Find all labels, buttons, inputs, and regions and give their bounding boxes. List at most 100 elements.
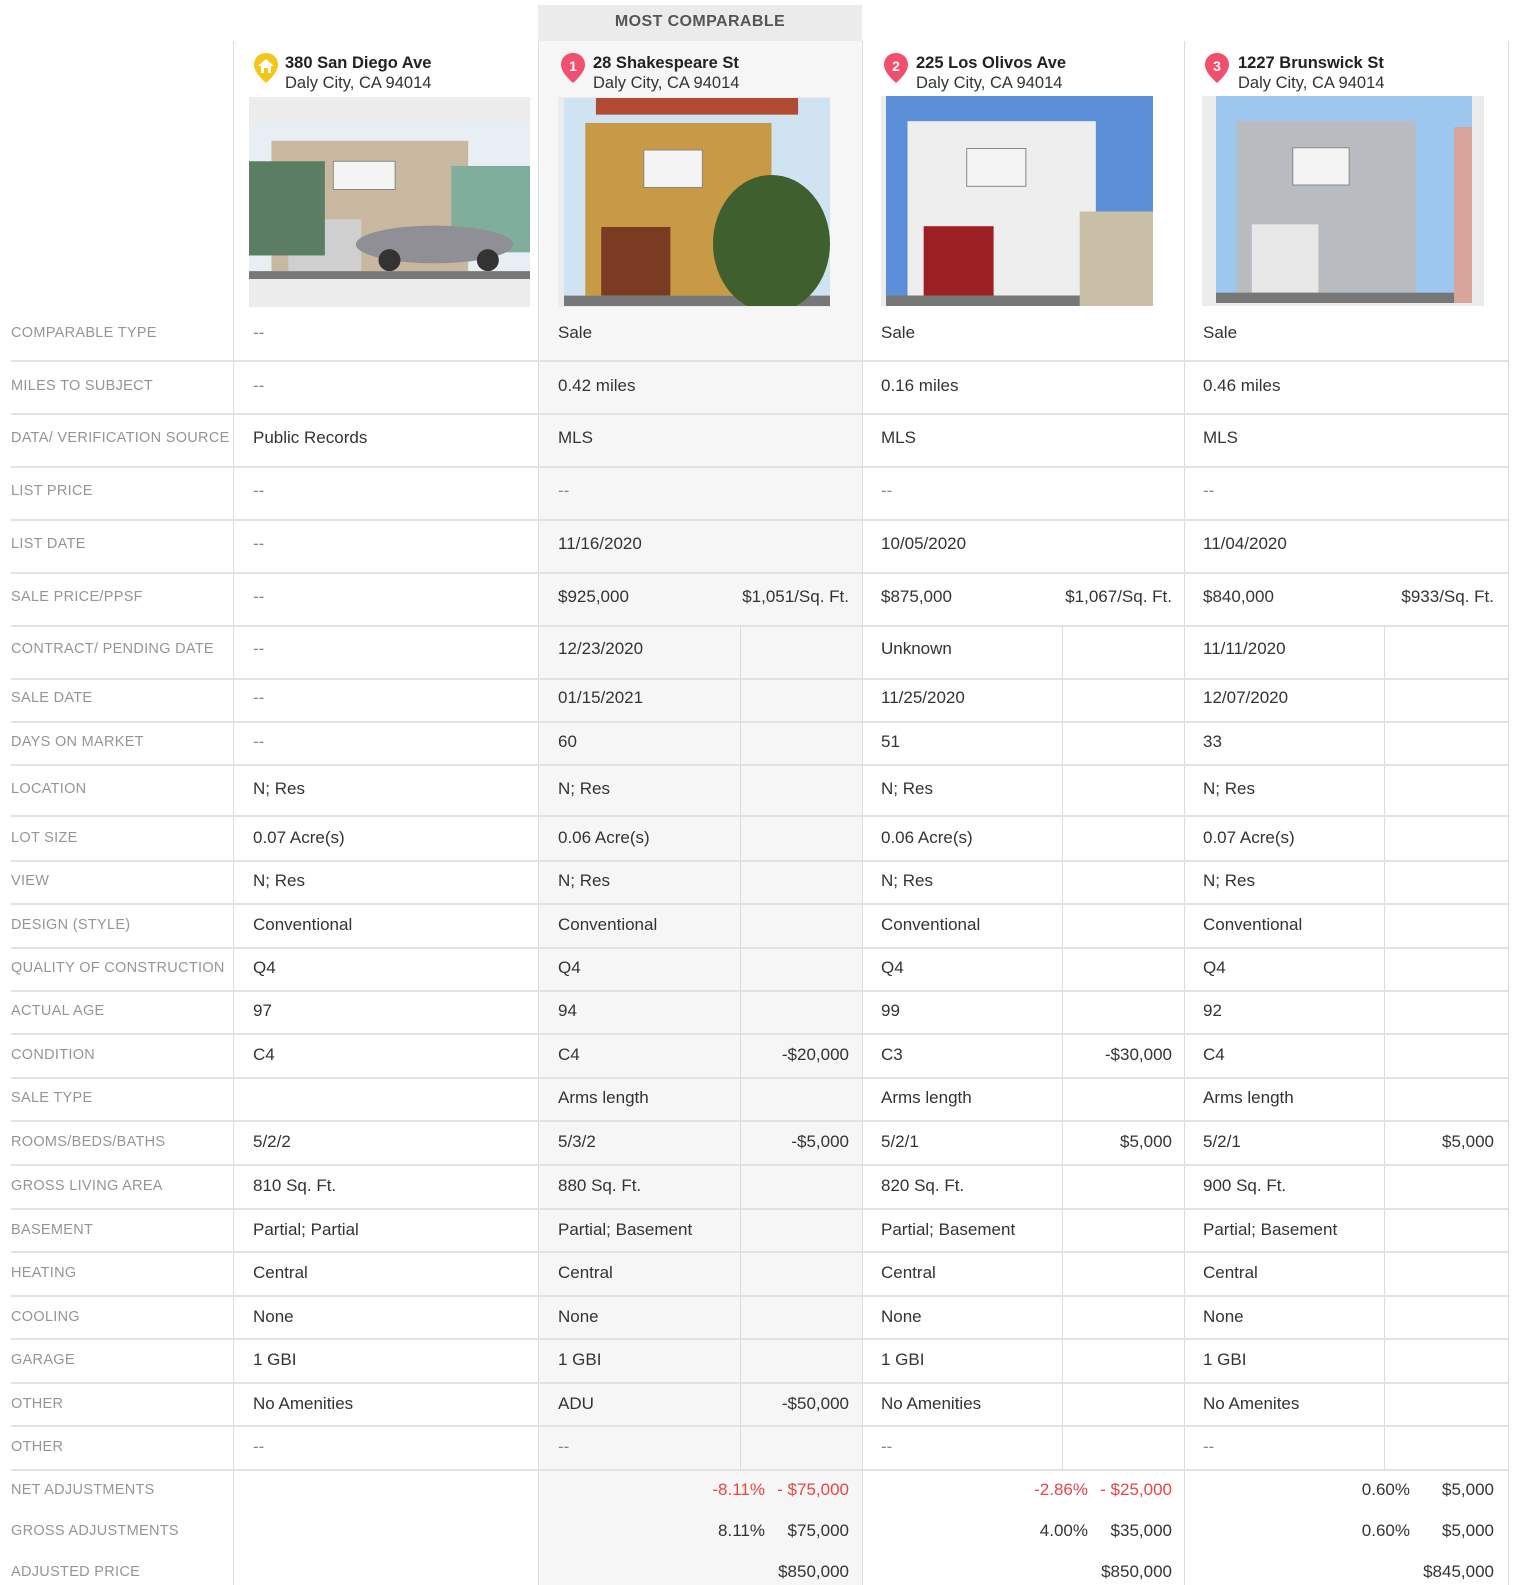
- property-city: Daly City, CA 94014: [593, 74, 740, 92]
- summary-percent: -2.86%: [1034, 1480, 1088, 1499]
- column-divider: [862, 41, 863, 1585]
- value-cell: Unknown: [881, 639, 952, 658]
- value-cell: 11/04/2020: [1203, 534, 1287, 553]
- adjustment-divider: [1384, 625, 1385, 1469]
- value-cell: Arms length: [1203, 1088, 1294, 1107]
- value-cell: N; Res: [1203, 871, 1255, 890]
- value-cell: None: [881, 1307, 922, 1326]
- value-cell: 5/2/1: [881, 1132, 919, 1151]
- value-cell: 1 GBI: [881, 1350, 925, 1369]
- adjustment-cell: -$50,000: [781, 1394, 849, 1413]
- row-divider: [11, 815, 1508, 817]
- value-cell: --: [253, 688, 265, 707]
- value-cell: 60: [558, 732, 577, 751]
- property-city: Daly City, CA 94014: [285, 74, 432, 92]
- value-cell: N; Res: [881, 871, 933, 890]
- row-divider: [11, 1120, 1508, 1122]
- value-cell: 900 Sq. Ft.: [1203, 1176, 1287, 1195]
- value-cell: --: [1203, 1437, 1215, 1456]
- value-cell: Partial; Basement: [881, 1220, 1016, 1239]
- value-cell: Arms length: [881, 1088, 972, 1107]
- value-cell: 0.07 Acre(s): [253, 828, 345, 847]
- value-cell: 10/05/2020: [881, 534, 967, 553]
- summary-amount: - $75,000: [777, 1480, 849, 1499]
- property-photo[interactable]: [1202, 96, 1484, 306]
- summary-label: GROSS ADJUSTMENTS: [11, 1523, 179, 1539]
- row-label: DAYS ON MARKET: [11, 734, 144, 750]
- summary-percent: 8.11%: [718, 1521, 765, 1540]
- value-cell: Conventional: [1203, 915, 1303, 934]
- value-cell: C4: [558, 1045, 580, 1064]
- value-cell: $925,000: [558, 587, 629, 606]
- value-cell: 97: [253, 1001, 272, 1020]
- value-cell: 820 Sq. Ft.: [881, 1176, 965, 1195]
- value-cell: 92: [1203, 1001, 1222, 1020]
- value-cell: N; Res: [253, 779, 305, 798]
- value-cell: No Amenites: [1203, 1394, 1300, 1413]
- row-divider: [11, 990, 1508, 992]
- value-cell: --: [558, 481, 570, 500]
- value-cell: --: [253, 587, 265, 606]
- value-cell: --: [1203, 481, 1215, 500]
- value-cell: 99: [881, 1001, 900, 1020]
- property-photo[interactable]: [249, 97, 530, 307]
- row-divider: [11, 1382, 1508, 1384]
- summary-percent: 4.00%: [1039, 1521, 1088, 1540]
- value-cell: Q4: [558, 958, 581, 977]
- value-cell: 51: [881, 732, 900, 751]
- property-city: Daly City, CA 94014: [916, 74, 1063, 92]
- summary-amount: $850,000: [778, 1562, 849, 1581]
- row-label: SALE PRICE/PPSF: [11, 589, 143, 605]
- summary-amount: $5,000: [1442, 1480, 1494, 1499]
- value-cell: Central: [881, 1263, 936, 1282]
- property-street[interactable]: 1227 Brunswick St: [1238, 54, 1384, 73]
- value-cell: 810 Sq. Ft.: [253, 1176, 337, 1195]
- adjustment-divider: [1062, 625, 1063, 1469]
- row-label: DATA/ VERIFICATION SOURCE: [11, 430, 230, 446]
- value-cell: --: [881, 1437, 893, 1456]
- value-cell: --: [558, 1437, 570, 1456]
- value-cell: 12/07/2020: [1203, 688, 1289, 707]
- adjustment-cell: $5,000: [1442, 1132, 1494, 1151]
- value-cell: 12/23/2020: [558, 639, 644, 658]
- value-cell: Conventional: [558, 915, 658, 934]
- value-cell: Conventional: [253, 915, 353, 934]
- property-street[interactable]: 225 Los Olivos Ave: [916, 54, 1066, 73]
- row-divider: [11, 360, 1508, 362]
- value-cell: Central: [558, 1263, 613, 1282]
- row-label: ROOMS/BEDS/BATHS: [11, 1134, 166, 1150]
- row-label: DESIGN (STYLE): [11, 917, 131, 933]
- value-cell: ADU: [558, 1394, 594, 1413]
- row-label: GROSS LIVING AREA: [11, 1178, 163, 1194]
- value-cell: N; Res: [881, 779, 933, 798]
- row-divider: [11, 413, 1508, 415]
- row-label: BASEMENT: [11, 1222, 94, 1238]
- adjustment-cell: -$5,000: [791, 1132, 849, 1151]
- value-cell: Sale: [881, 323, 916, 342]
- summary-amount: - $25,000: [1100, 1480, 1172, 1499]
- comparable-marker-icon: 3: [1203, 52, 1231, 84]
- summary-percent: -8.11%: [712, 1480, 765, 1499]
- column-divider: [233, 41, 234, 1585]
- property-photo[interactable]: [558, 97, 830, 307]
- row-label: SALE TYPE: [11, 1090, 93, 1106]
- property-street[interactable]: 28 Shakespeare St: [593, 54, 739, 73]
- summary-label: NET ADJUSTMENTS: [11, 1482, 155, 1498]
- value-cell: $840,000: [1203, 587, 1274, 606]
- value-cell: C4: [253, 1045, 275, 1064]
- property-street[interactable]: 380 San Diego Ave: [285, 54, 431, 73]
- value-cell: 01/15/2021: [558, 688, 644, 707]
- summary-label: ADJUSTED PRICE: [11, 1564, 141, 1580]
- row-label: COMPARABLE TYPE: [11, 325, 157, 341]
- value-cell: 5/2/2: [253, 1132, 291, 1151]
- row-divider: [11, 1033, 1508, 1035]
- value-cell: MLS: [1203, 428, 1238, 447]
- value-cell: 880 Sq. Ft.: [558, 1176, 642, 1195]
- value-cell: 0.16 miles: [881, 376, 959, 395]
- value-cell: --: [253, 376, 265, 395]
- property-city: Daly City, CA 94014: [1238, 74, 1385, 92]
- summary-percent: 0.60%: [1361, 1521, 1410, 1540]
- value-cell: --: [253, 639, 265, 658]
- property-photo[interactable]: [881, 96, 1153, 306]
- most-comparable-header: MOST COMPARABLE: [538, 5, 862, 41]
